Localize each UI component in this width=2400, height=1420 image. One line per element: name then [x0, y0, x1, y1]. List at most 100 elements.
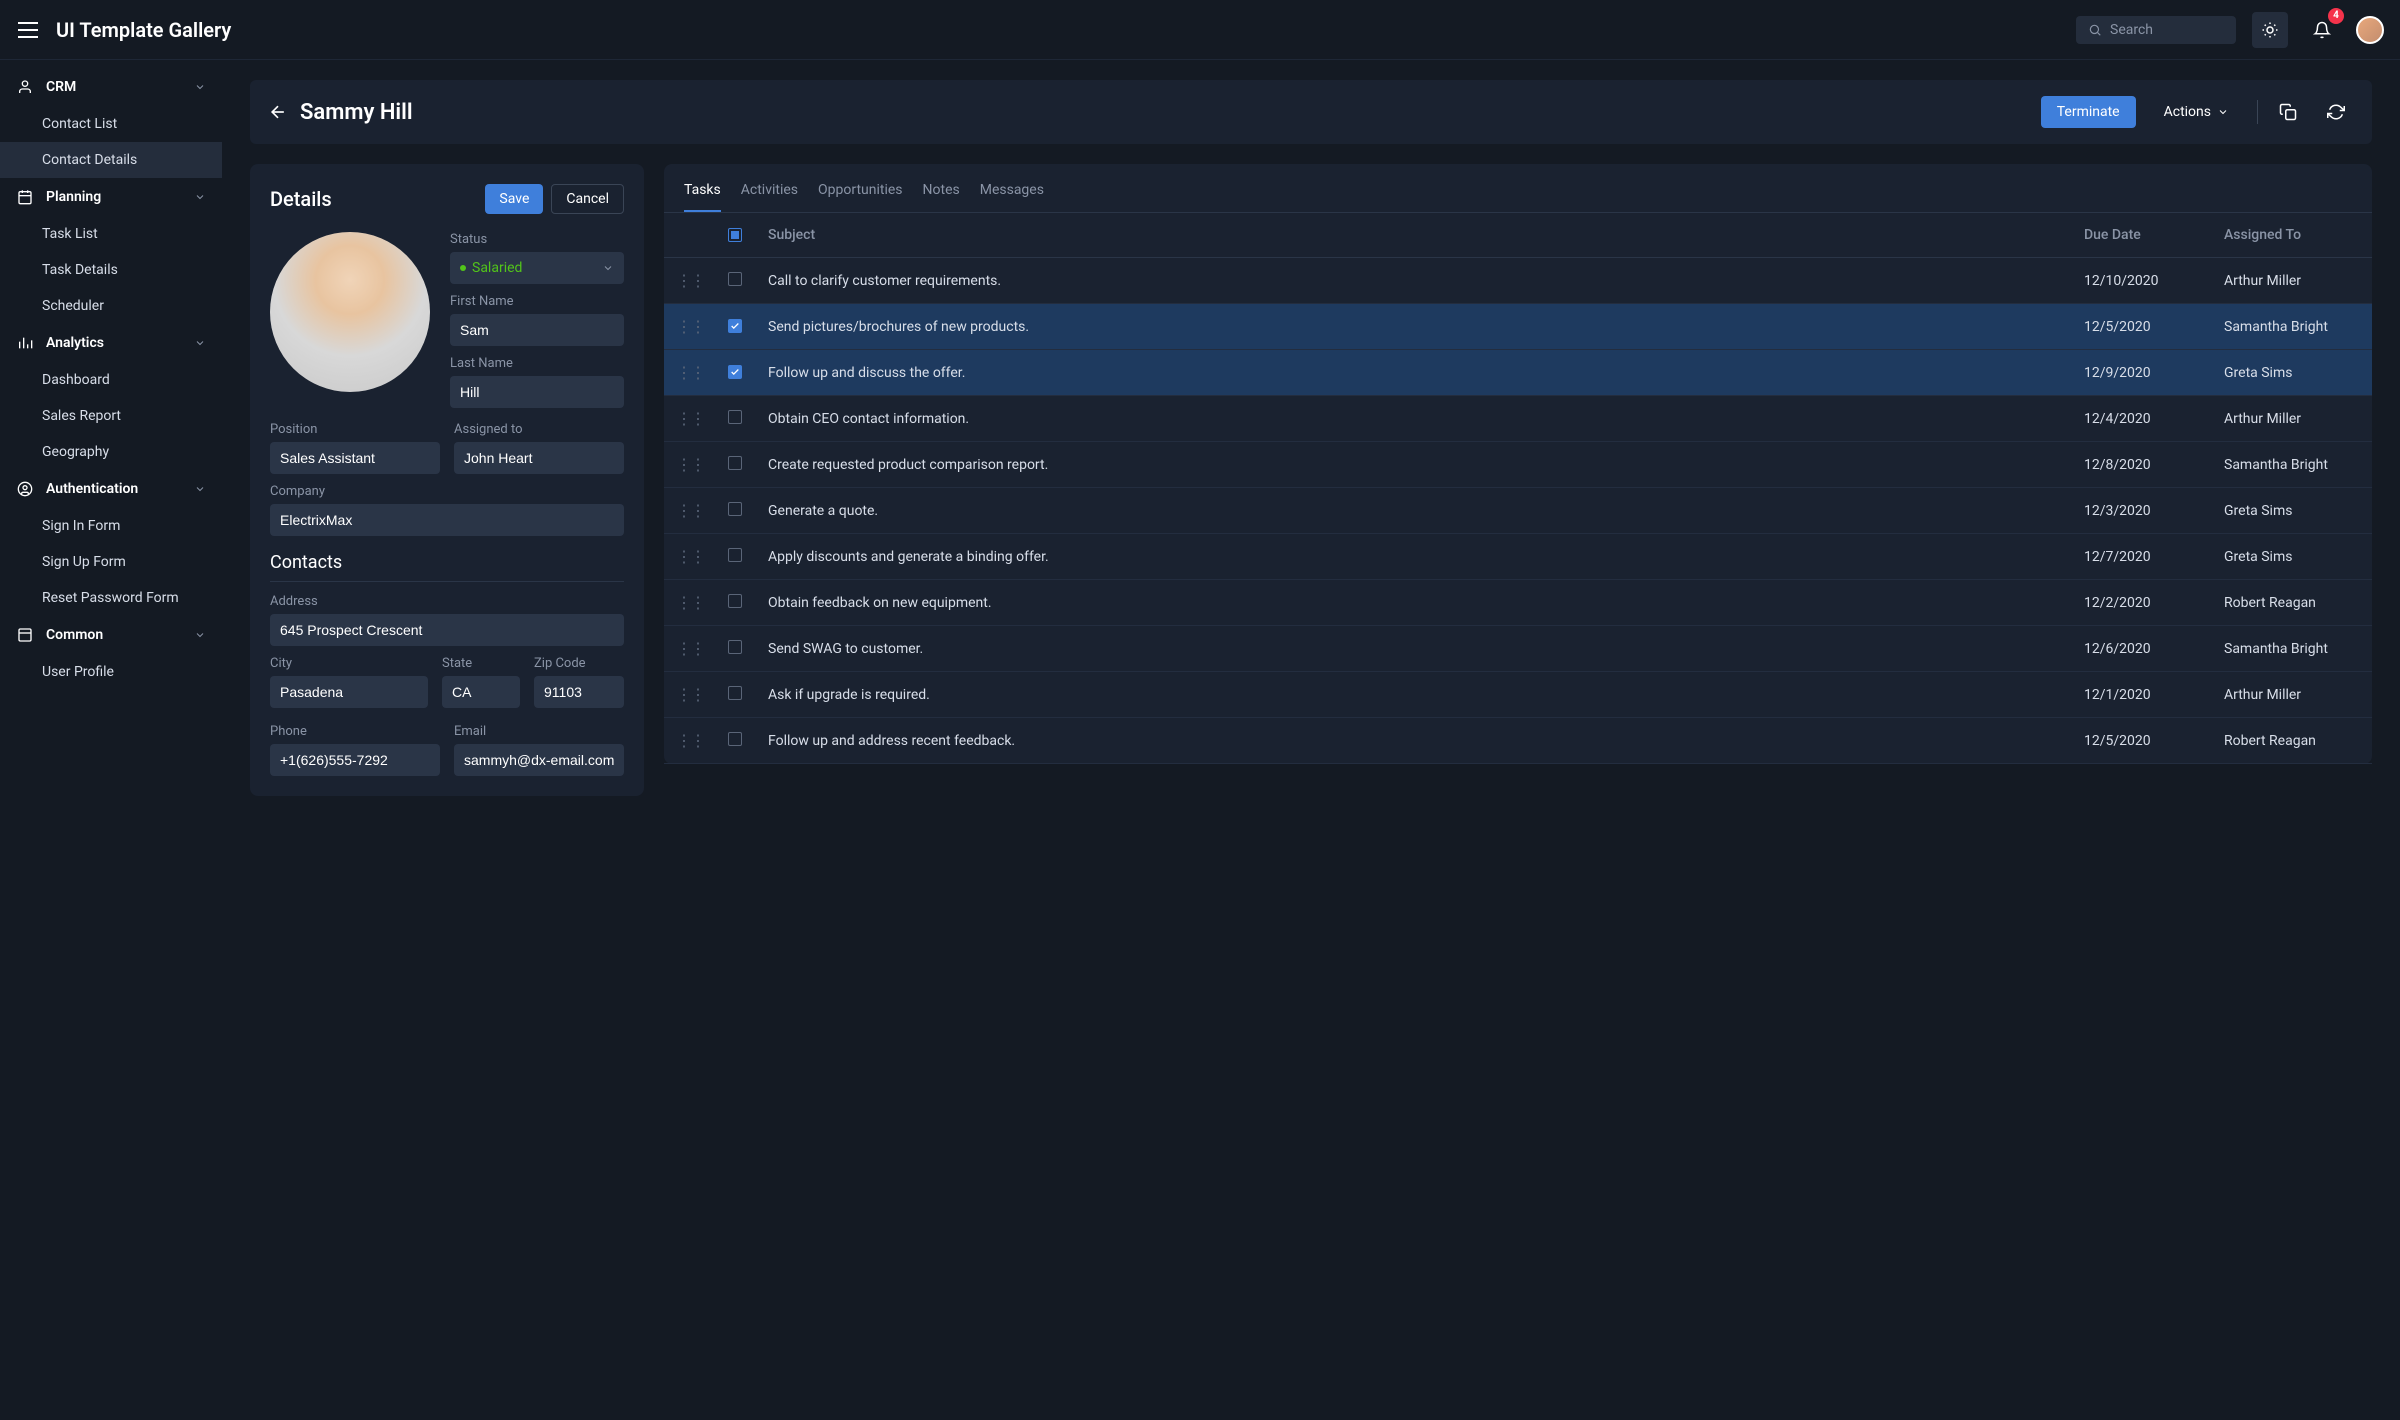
- drag-handle-icon[interactable]: ⋮⋮: [676, 593, 704, 612]
- address-input[interactable]: [270, 614, 624, 646]
- table-row[interactable]: ⋮⋮Apply discounts and generate a binding…: [664, 534, 2372, 580]
- row-checkbox[interactable]: [728, 732, 742, 746]
- nav-item[interactable]: Dashboard: [0, 362, 222, 398]
- position-input[interactable]: [270, 442, 440, 474]
- drag-handle-icon[interactable]: ⋮⋮: [676, 547, 704, 566]
- copy-button[interactable]: [2270, 94, 2306, 130]
- refresh-button[interactable]: [2318, 94, 2354, 130]
- table-row[interactable]: ⋮⋮Call to clarify customer requirements.…: [664, 258, 2372, 304]
- row-checkbox[interactable]: [728, 548, 742, 562]
- col-due-date[interactable]: Due Date: [2072, 213, 2212, 258]
- table-row[interactable]: ⋮⋮Obtain CEO contact information.12/4/20…: [664, 396, 2372, 442]
- cell-due-date: 12/9/2020: [2072, 350, 2212, 396]
- drag-handle-icon[interactable]: ⋮⋮: [676, 731, 704, 750]
- theme-toggle-button[interactable]: [2252, 12, 2288, 48]
- nav-item[interactable]: Sign In Form: [0, 508, 222, 544]
- actions-dropdown[interactable]: Actions: [2148, 96, 2245, 128]
- status-select[interactable]: Salaried: [450, 252, 624, 284]
- zip-input[interactable]: [534, 676, 624, 708]
- tab-messages[interactable]: Messages: [980, 178, 1044, 212]
- select-all-checkbox[interactable]: [728, 228, 742, 242]
- drag-handle-icon[interactable]: ⋮⋮: [676, 501, 704, 520]
- tab-tasks[interactable]: Tasks: [684, 178, 721, 212]
- col-subject[interactable]: Subject: [756, 213, 2072, 258]
- nav-item[interactable]: Geography: [0, 434, 222, 470]
- nav-item[interactable]: Contact List: [0, 106, 222, 142]
- cell-assigned: Arthur Miller: [2212, 258, 2372, 304]
- company-input[interactable]: [270, 504, 624, 536]
- table-row[interactable]: ⋮⋮Send SWAG to customer.12/6/2020Samanth…: [664, 626, 2372, 672]
- row-checkbox[interactable]: [728, 365, 742, 379]
- tasks-table: Subject Due Date Assigned To ⋮⋮Call to c…: [664, 213, 2372, 764]
- table-row[interactable]: ⋮⋮Follow up and discuss the offer.12/9/2…: [664, 350, 2372, 396]
- first-name-input[interactable]: [450, 314, 624, 346]
- state-input[interactable]: [442, 676, 520, 708]
- terminate-button[interactable]: Terminate: [2041, 96, 2136, 128]
- tab-opportunities[interactable]: Opportunities: [818, 178, 903, 212]
- table-row[interactable]: ⋮⋮Create requested product comparison re…: [664, 442, 2372, 488]
- cell-assigned: Robert Reagan: [2212, 580, 2372, 626]
- nav-item[interactable]: Task Details: [0, 252, 222, 288]
- nav-item[interactable]: Reset Password Form: [0, 580, 222, 616]
- row-checkbox[interactable]: [728, 410, 742, 424]
- assigned-to-input[interactable]: [454, 442, 624, 474]
- nav-group-planning[interactable]: Planning: [0, 178, 222, 216]
- cell-due-date: 12/5/2020: [2072, 718, 2212, 764]
- nav-item[interactable]: Sign Up Form: [0, 544, 222, 580]
- email-input[interactable]: [454, 744, 624, 776]
- nav-item[interactable]: Task List: [0, 216, 222, 252]
- tab-activities[interactable]: Activities: [741, 178, 798, 212]
- search-input[interactable]: Search: [2076, 16, 2236, 44]
- cell-subject: Obtain CEO contact information.: [756, 396, 2072, 442]
- table-row[interactable]: ⋮⋮Obtain feedback on new equipment.12/2/…: [664, 580, 2372, 626]
- col-assigned-to[interactable]: Assigned To: [2212, 213, 2372, 258]
- save-button[interactable]: Save: [485, 184, 543, 214]
- user-avatar[interactable]: [2356, 16, 2384, 44]
- state-label: State: [442, 656, 520, 671]
- phone-input[interactable]: [270, 744, 440, 776]
- nav-group-analytics[interactable]: Analytics: [0, 324, 222, 362]
- nav-item[interactable]: Sales Report: [0, 398, 222, 434]
- tasks-panel: Tasks Activities Opportunities Notes Message…: [664, 164, 2372, 764]
- table-row[interactable]: ⋮⋮Generate a quote.12/3/2020Greta Sims: [664, 488, 2372, 534]
- row-checkbox[interactable]: [728, 502, 742, 516]
- search-placeholder: Search: [2110, 22, 2153, 38]
- cancel-button[interactable]: Cancel: [551, 184, 624, 214]
- profile-photo: [270, 232, 430, 392]
- drag-handle-icon[interactable]: ⋮⋮: [676, 455, 704, 474]
- nav-group-authentication[interactable]: Authentication: [0, 470, 222, 508]
- row-checkbox[interactable]: [728, 686, 742, 700]
- table-row[interactable]: ⋮⋮Follow up and address recent feedback.…: [664, 718, 2372, 764]
- row-checkbox[interactable]: [728, 456, 742, 470]
- drag-handle-icon[interactable]: ⋮⋮: [676, 363, 704, 382]
- drag-handle-icon[interactable]: ⋮⋮: [676, 639, 704, 658]
- last-name-input[interactable]: [450, 376, 624, 408]
- row-checkbox[interactable]: [728, 640, 742, 654]
- nav-item[interactable]: Contact Details: [0, 142, 222, 178]
- row-checkbox[interactable]: [728, 272, 742, 286]
- table-row[interactable]: ⋮⋮Ask if upgrade is required.12/1/2020Ar…: [664, 672, 2372, 718]
- row-checkbox[interactable]: [728, 319, 742, 333]
- drag-handle-icon[interactable]: ⋮⋮: [676, 317, 704, 336]
- nav-item[interactable]: User Profile: [0, 654, 222, 690]
- drag-handle-icon[interactable]: ⋮⋮: [676, 409, 704, 428]
- cell-due-date: 12/6/2020: [2072, 626, 2212, 672]
- menu-toggle-button[interactable]: [16, 18, 40, 42]
- nav-group-crm[interactable]: CRM: [0, 68, 222, 106]
- arrow-left-icon: [268, 102, 288, 122]
- table-row[interactable]: ⋮⋮Send pictures/brochures of new product…: [664, 304, 2372, 350]
- notifications-button[interactable]: 4: [2304, 12, 2340, 48]
- back-button[interactable]: [268, 102, 288, 122]
- crm-icon: [16, 78, 34, 96]
- row-checkbox[interactable]: [728, 594, 742, 608]
- tab-notes[interactable]: Notes: [923, 178, 960, 212]
- nav-item[interactable]: Scheduler: [0, 288, 222, 324]
- cell-assigned: Samantha Bright: [2212, 626, 2372, 672]
- copy-icon: [2279, 103, 2297, 121]
- drag-handle-icon[interactable]: ⋮⋮: [676, 685, 704, 704]
- cell-due-date: 12/10/2020: [2072, 258, 2212, 304]
- drag-handle-icon[interactable]: ⋮⋮: [676, 271, 704, 290]
- city-input[interactable]: [270, 676, 428, 708]
- chevron-down-icon: [194, 337, 206, 349]
- nav-group-common[interactable]: Common: [0, 616, 222, 654]
